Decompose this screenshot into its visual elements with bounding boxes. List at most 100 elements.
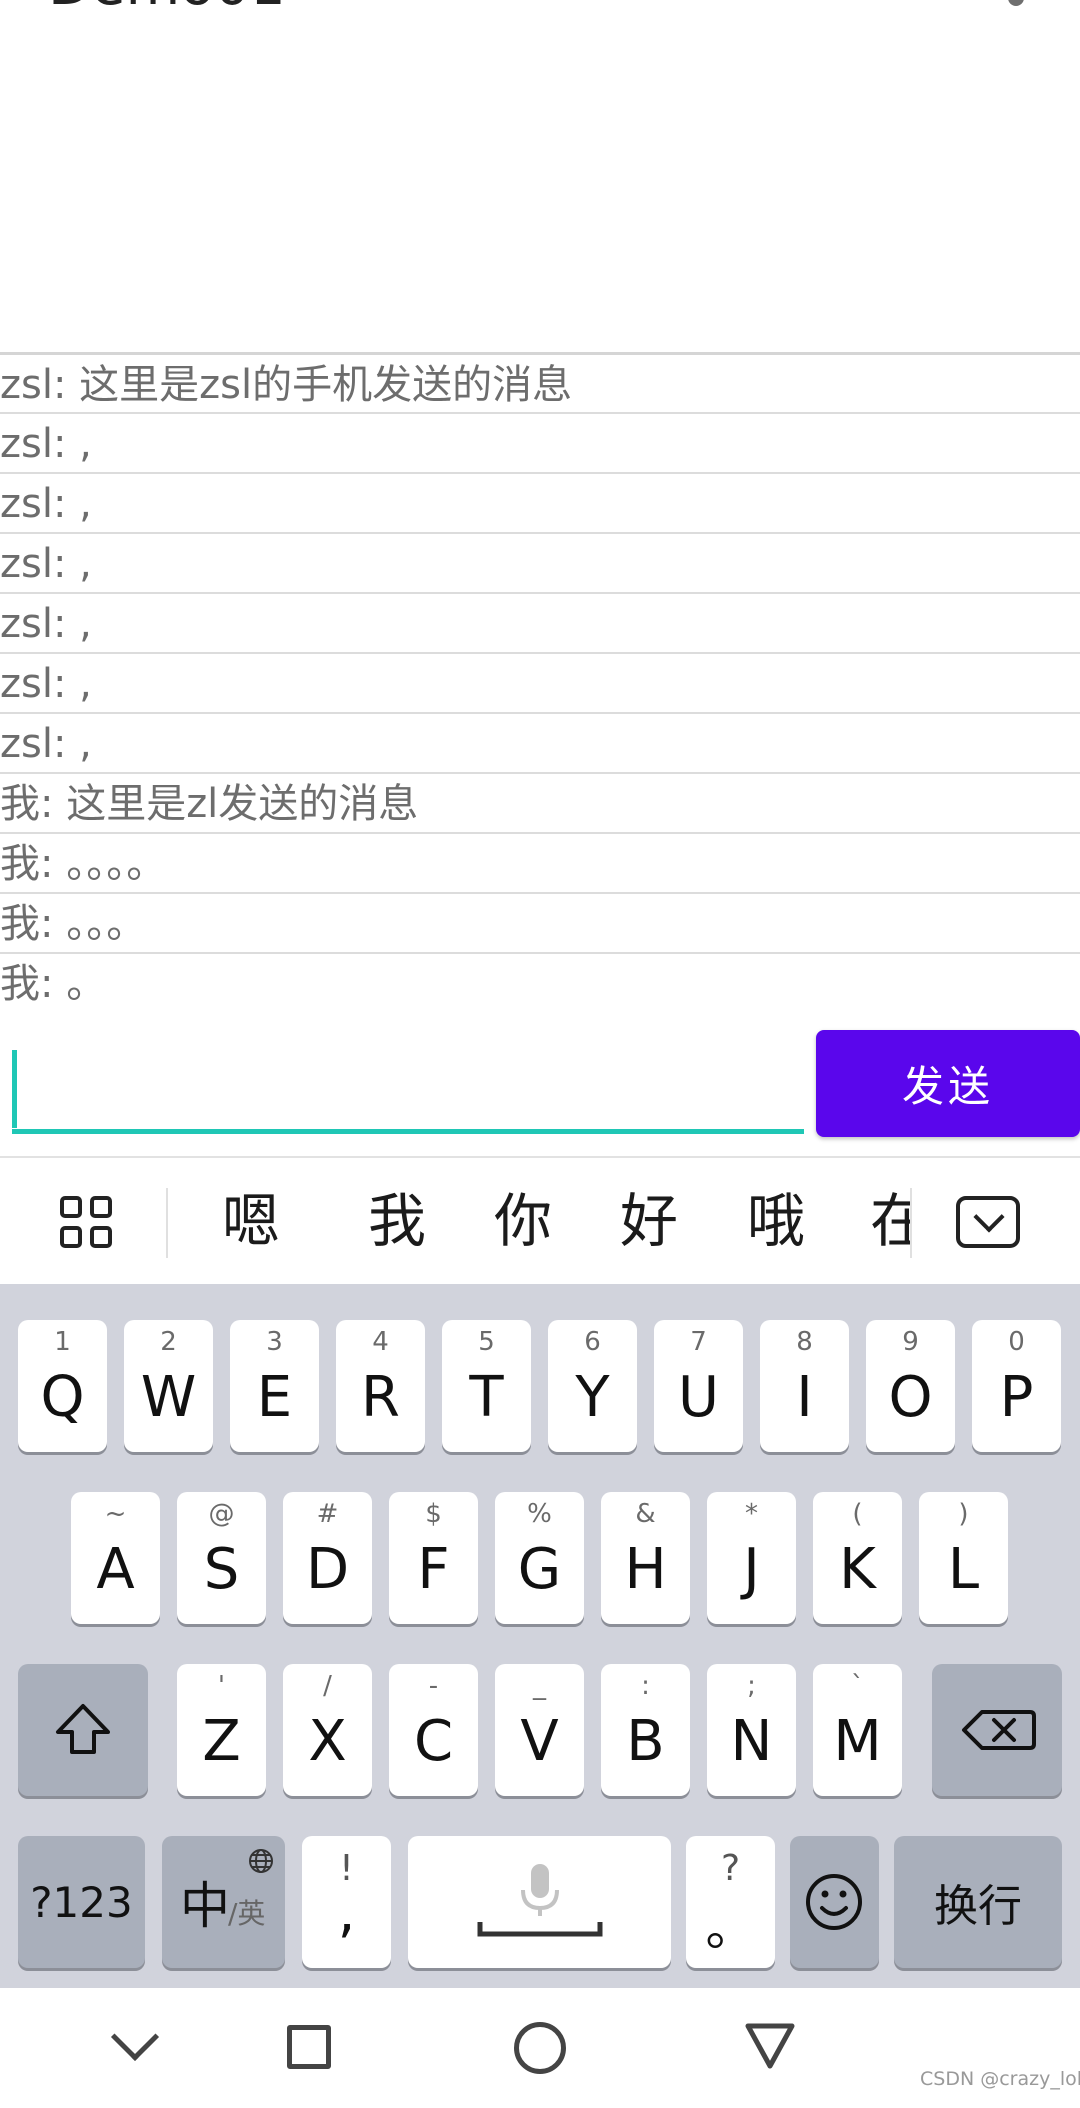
key-t[interactable]: 5T	[442, 1320, 531, 1452]
key-k[interactable]: (K	[813, 1492, 902, 1624]
circle-icon[interactable]	[514, 2022, 566, 2074]
key-w[interactable]: 2W	[124, 1320, 213, 1452]
chevron-down-icon[interactable]	[110, 2012, 160, 2062]
key-o[interactable]: 9O	[866, 1320, 955, 1452]
key-a[interactable]: ~ A	[71, 1492, 160, 1624]
candidate-word[interactable]: 好	[620, 1186, 678, 1256]
candidate-word[interactable]: 嗯	[222, 1186, 280, 1256]
message-text: zsl: ,	[0, 481, 92, 527]
backspace-icon	[962, 1710, 1036, 1750]
key-label: G	[517, 1537, 562, 1602]
message-list: zsl: 这里是zsl的手机发送的消息 zsl: , zsl: , zsl: ,…	[0, 352, 1080, 1012]
key-label: 换行	[934, 1881, 1022, 1932]
emoji-key[interactable]	[790, 1836, 879, 1968]
key-sub-label: *	[745, 1499, 758, 1529]
key-label: P	[999, 1365, 1034, 1430]
key-label: 。	[705, 1899, 756, 1957]
key-n[interactable]: ; N	[707, 1664, 796, 1796]
key-s[interactable]: @ S	[177, 1492, 266, 1624]
emoji-icon	[806, 1874, 862, 1930]
key-sub-label: /英	[228, 1897, 266, 1930]
key-sub-label: 0	[1008, 1327, 1025, 1357]
key-label: ?123	[30, 1877, 133, 1927]
candidate-word[interactable]: 我	[368, 1186, 426, 1256]
key-q[interactable]: 1Q	[18, 1320, 107, 1452]
square-icon[interactable]	[287, 2025, 331, 2069]
keyboard-hide-icon[interactable]	[956, 1196, 1020, 1248]
key-sub-label: #	[316, 1499, 339, 1529]
key-c[interactable]: -C	[389, 1664, 478, 1796]
overflow-menu-icon[interactable]	[1008, 0, 1024, 6]
key-y[interactable]: 6Y	[548, 1320, 637, 1452]
key-label: Z	[202, 1709, 241, 1774]
key-j[interactable]: * J	[707, 1492, 796, 1624]
candidate-word-clipped[interactable]: 在	[870, 1186, 910, 1258]
key-m[interactable]: ` M	[813, 1664, 902, 1796]
period-key[interactable]: ? 。	[686, 1836, 775, 1968]
key-sub-label: &	[635, 1499, 656, 1529]
key-sub-label: /	[323, 1671, 332, 1701]
key-r[interactable]: 4R	[336, 1320, 425, 1452]
comma-key[interactable]: ! ,	[302, 1836, 391, 1968]
key-v[interactable]: _ V	[495, 1664, 584, 1796]
key-f[interactable]: $ F	[389, 1492, 478, 1624]
grid-icon[interactable]	[60, 1196, 114, 1250]
key-l[interactable]: ) L	[919, 1492, 1008, 1624]
text-cursor	[12, 1050, 17, 1128]
key-label: K	[839, 1537, 876, 1602]
key-label: X	[308, 1709, 347, 1774]
message-text: zsl: ,	[0, 541, 92, 587]
key-i[interactable]: 8I	[760, 1320, 849, 1452]
backspace-key[interactable]	[932, 1664, 1062, 1796]
key-sub-label: ~	[104, 1499, 127, 1529]
message-row: 我: 这里是zl发送的消息	[0, 772, 1080, 832]
enter-key[interactable]: 换行	[894, 1836, 1062, 1968]
message-row: zsl: ,	[0, 412, 1080, 472]
microphone-icon	[477, 1864, 603, 1937]
symbols-key[interactable]: ?123	[18, 1836, 145, 1968]
message-input[interactable]	[12, 1050, 804, 1134]
key-label: A	[96, 1537, 135, 1602]
key-sub-label: )	[958, 1499, 969, 1529]
watermark: CSDN @crazy_lol	[920, 2068, 1080, 2090]
key-label: Q	[40, 1365, 85, 1430]
language-key[interactable]: 中 /英	[162, 1836, 285, 1968]
space-key[interactable]	[408, 1836, 671, 1968]
key-x[interactable]: / X	[283, 1664, 372, 1796]
candidate-word[interactable]: 你	[494, 1186, 552, 1256]
key-sub-label: %	[527, 1499, 552, 1529]
key-u[interactable]: 7U	[654, 1320, 743, 1452]
shift-icon	[56, 1704, 110, 1754]
key-label: C	[413, 1709, 454, 1774]
key-sub-label: ;	[747, 1671, 756, 1701]
shift-key[interactable]	[18, 1664, 148, 1796]
key-label: I	[796, 1365, 813, 1430]
key-p[interactable]: 0P	[972, 1320, 1061, 1452]
key-g[interactable]: % G	[495, 1492, 584, 1624]
key-d[interactable]: # D	[283, 1492, 372, 1624]
message-text: 我: 。	[0, 961, 107, 1007]
key-label: M	[833, 1709, 882, 1774]
key-sub-label: '	[217, 1671, 226, 1701]
triangle-icon[interactable]	[744, 2022, 796, 2070]
message-row: 我: 。。。。	[0, 832, 1080, 892]
key-sub-label: 1	[54, 1327, 71, 1357]
key-sub-label: 2	[160, 1327, 177, 1357]
key-sub-label: 5	[478, 1327, 495, 1357]
key-sub-label: @	[208, 1499, 235, 1529]
key-e[interactable]: 3E	[230, 1320, 319, 1452]
key-label: ,	[337, 1880, 356, 1945]
key-h[interactable]: & H	[601, 1492, 690, 1624]
key-z[interactable]: ' Z	[177, 1664, 266, 1796]
send-button[interactable]: 发送	[816, 1030, 1080, 1137]
message-row: zsl: ,	[0, 652, 1080, 712]
app-title: Demo01	[48, 0, 286, 14]
divider	[910, 1188, 912, 1258]
message-text: zsl: 这里是zsl的手机发送的消息	[0, 362, 573, 408]
candidate-word[interactable]: 哦	[747, 1186, 805, 1256]
key-sub-label: 7	[690, 1327, 707, 1357]
key-label: F	[417, 1537, 450, 1602]
key-sub-label: 8	[796, 1327, 813, 1357]
key-label: B	[626, 1709, 665, 1774]
key-b[interactable]: :B	[601, 1664, 690, 1796]
